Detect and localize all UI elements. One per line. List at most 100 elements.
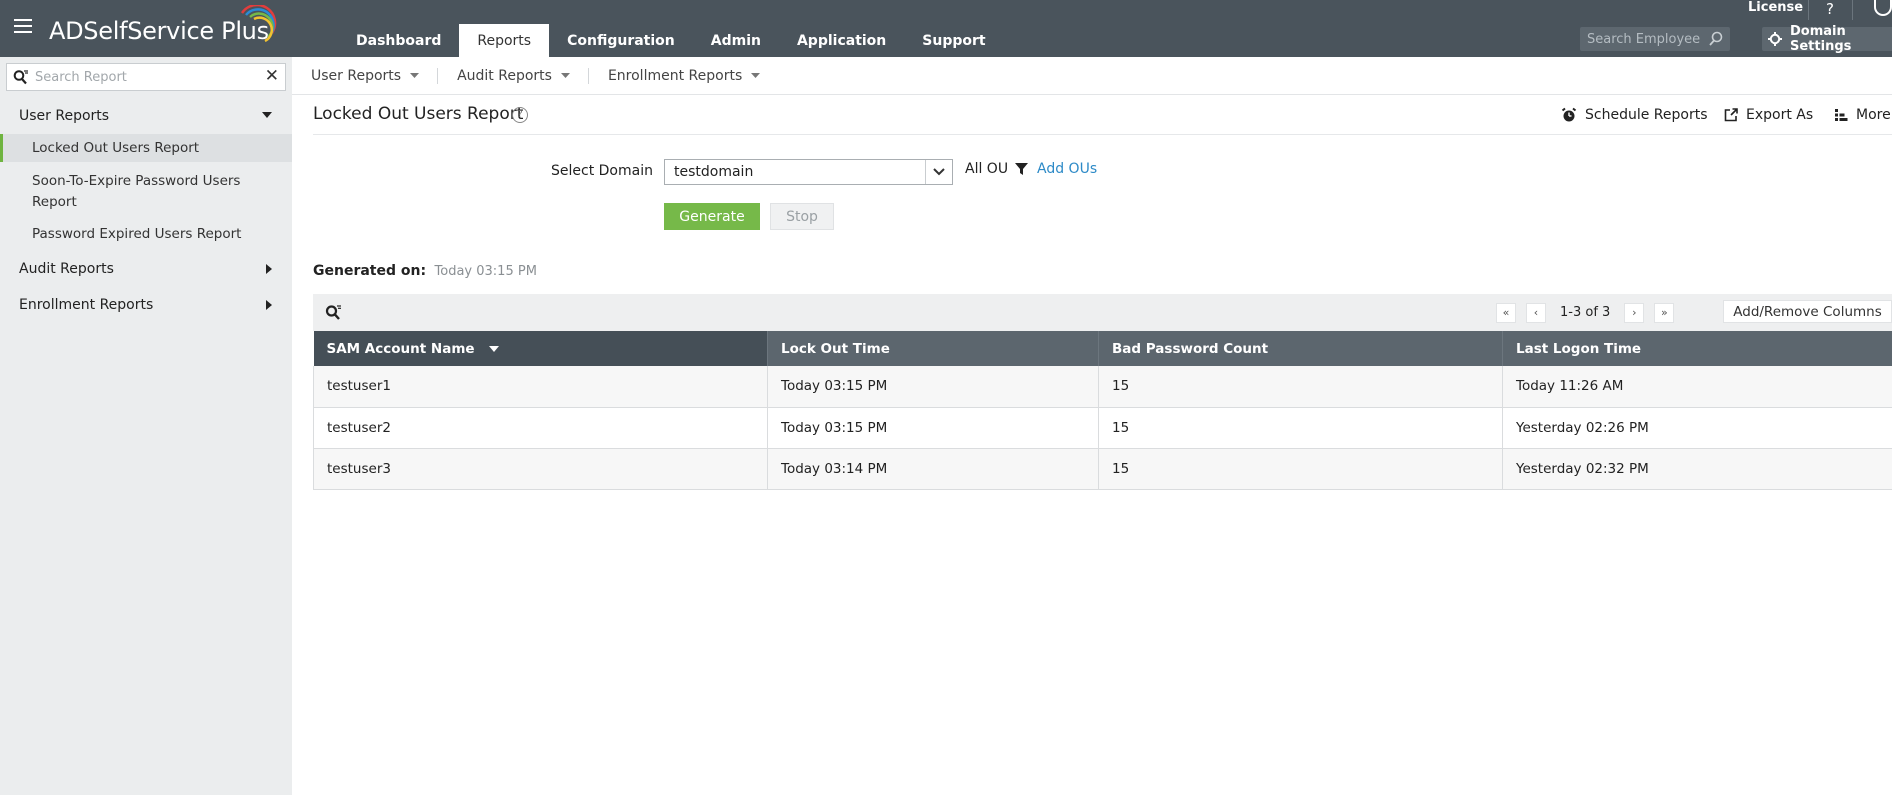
caret-down-icon: [560, 73, 570, 78]
logo-arc-icon: [240, 5, 277, 43]
last-page-icon[interactable]: »: [1654, 302, 1675, 323]
subnav-label: Enrollment Reports: [607, 67, 743, 84]
main-nav: Dashboard Reports Configuration Admin Ap…: [338, 24, 1004, 57]
grid-toolbar: « ‹ 1-3 of 3 › » Add/Remove Columns: [313, 294, 1892, 331]
caret-down-icon: [262, 112, 272, 118]
schedule-reports-label: Schedule Reports: [1585, 107, 1708, 123]
cell-last-logon-time: Yesterday 02:32 PM: [1502, 448, 1892, 490]
sidebar-group-enrollment-reports[interactable]: Enrollment Reports: [0, 290, 292, 320]
tab-admin[interactable]: Admin: [693, 24, 779, 57]
add-remove-columns-button[interactable]: Add/Remove Columns: [1723, 300, 1892, 323]
cell-bad-password-count: 15: [1098, 448, 1503, 490]
column-header-sam-account-name[interactable]: SAM Account Name: [313, 331, 768, 366]
grid-search-icon[interactable]: [325, 304, 342, 321]
cell-sam-account-name: testuser2: [313, 407, 768, 449]
export-as-button[interactable]: Export As: [1724, 107, 1813, 123]
generated-on-value: Today 03:15 PM: [434, 264, 537, 279]
caret-down-icon: [751, 73, 761, 78]
sidebar-group-label: Enrollment Reports: [19, 297, 154, 313]
generated-on: Generated on: Today 03:15 PM: [313, 263, 537, 279]
subnav-user-reports[interactable]: User Reports: [292, 68, 437, 84]
sidebar-item-soon-to-expire[interactable]: Soon-To-Expire Password Users Report: [0, 171, 292, 213]
employee-search: [1580, 27, 1730, 51]
prev-page-icon[interactable]: ‹: [1526, 302, 1546, 323]
tab-application[interactable]: Application: [779, 24, 904, 57]
cell-lock-out-time: Today 03:15 PM: [767, 366, 1099, 408]
sort-desc-icon: [489, 345, 500, 352]
sidebar-group-label: User Reports: [19, 108, 110, 124]
subnav-audit-reports[interactable]: Audit Reports: [438, 68, 588, 84]
subnav-label: Audit Reports: [457, 67, 552, 84]
table-row[interactable]: testuser3 Today 03:14 PM 15 Yesterday 02…: [313, 448, 1892, 490]
domain-select[interactable]: testdomain: [664, 159, 953, 185]
top-divider: [1852, 0, 1853, 20]
alarm-clock-icon: [1561, 107, 1577, 123]
search-icon[interactable]: [1708, 31, 1724, 47]
generated-on-label: Generated on:: [313, 263, 427, 279]
schedule-reports-button[interactable]: Schedule Reports: [1561, 107, 1708, 123]
chevron-down-icon[interactable]: [925, 160, 952, 184]
cell-sam-account-name: testuser3: [313, 448, 768, 490]
table-header-row: SAM Account Name Lock Out Time Bad Passw…: [313, 331, 1892, 366]
sidebar: ✕ User Reports Locked Out Users Report S…: [0, 57, 292, 795]
domain-settings-button[interactable]: Domain Settings: [1762, 24, 1892, 54]
user-profile-icon[interactable]: [1874, 0, 1892, 16]
table-row[interactable]: testuser1 Today 03:15 PM 15 Today 11:26 …: [313, 366, 1892, 408]
cell-bad-password-count: 15: [1098, 366, 1503, 408]
page-title: Locked Out Users Report: [313, 104, 524, 124]
add-ous-link[interactable]: Add OUs: [1037, 161, 1097, 177]
license-link[interactable]: License: [1748, 0, 1803, 15]
caret-right-icon: [266, 264, 272, 274]
cell-last-logon-time: Yesterday 02:26 PM: [1502, 407, 1892, 449]
table-row[interactable]: testuser2 Today 03:15 PM 15 Yesterday 02…: [313, 407, 1892, 449]
caret-right-icon: [266, 300, 272, 310]
cell-lock-out-time: Today 03:14 PM: [767, 448, 1099, 490]
caret-down-icon: [410, 73, 420, 78]
domain-select-value: testdomain: [674, 164, 754, 180]
tab-support[interactable]: Support: [904, 24, 1003, 57]
column-header-bad-password-count[interactable]: Bad Password Count: [1098, 331, 1503, 366]
first-page-icon[interactable]: «: [1496, 302, 1516, 323]
more-label: More: [1856, 107, 1891, 123]
cell-bad-password-count: 15: [1098, 407, 1503, 449]
employee-search-input[interactable]: [1580, 27, 1704, 51]
tab-configuration[interactable]: Configuration: [549, 24, 693, 57]
column-header-last-logon-time[interactable]: Last Logon Time: [1502, 331, 1892, 366]
next-page-icon[interactable]: ›: [1624, 302, 1645, 323]
subnav-enrollment-reports[interactable]: Enrollment Reports: [589, 68, 778, 84]
sidebar-group-label: Audit Reports: [19, 261, 114, 277]
gear-icon: [1768, 32, 1782, 46]
sidebar-item-password-expired[interactable]: Password Expired Users Report: [0, 224, 292, 245]
report-search-input[interactable]: [35, 67, 255, 87]
sidebar-group-audit-reports[interactable]: Audit Reports: [0, 254, 292, 284]
sidebar-item-locked-out-users[interactable]: Locked Out Users Report: [0, 134, 292, 162]
help-icon[interactable]: ?: [1826, 0, 1834, 18]
column-header-lock-out-time[interactable]: Lock Out Time: [767, 331, 1099, 366]
sidebar-group-user-reports[interactable]: User Reports: [0, 101, 292, 131]
clear-search-icon[interactable]: ✕: [265, 66, 279, 86]
pager: « ‹ 1-3 of 3 › »: [1496, 302, 1675, 323]
help-icon[interactable]: ?: [512, 107, 528, 123]
tab-dashboard[interactable]: Dashboard: [338, 24, 459, 57]
domain-settings-label: Domain Settings: [1790, 24, 1852, 54]
more-button[interactable]: More: [1834, 107, 1891, 123]
hamburger-menu-icon[interactable]: [14, 19, 32, 35]
search-icon: [13, 70, 28, 85]
title-divider: [313, 134, 1892, 135]
stop-button[interactable]: Stop: [770, 203, 834, 230]
tab-reports[interactable]: Reports: [459, 24, 550, 57]
column-header-label: SAM Account Name: [326, 340, 475, 357]
pager-info: 1-3 of 3: [1560, 305, 1611, 320]
all-ou-label: All OU: [965, 161, 1009, 177]
generate-button[interactable]: Generate: [664, 203, 760, 230]
top-bar: ADSelfService Plus Dashboard Reports Con…: [0, 0, 1892, 57]
cell-lock-out-time: Today 03:15 PM: [767, 407, 1099, 449]
report-category-nav: User Reports Audit Reports Enrollment Re…: [292, 57, 1892, 95]
export-as-label: Export As: [1746, 107, 1814, 123]
report-table: SAM Account Name Lock Out Time Bad Passw…: [313, 331, 1892, 490]
top-divider: [1808, 0, 1809, 20]
filter-icon[interactable]: [1015, 163, 1028, 176]
report-search: ✕: [6, 63, 286, 91]
select-domain-label: Select Domain: [551, 163, 653, 179]
cell-sam-account-name: testuser1: [313, 366, 768, 408]
